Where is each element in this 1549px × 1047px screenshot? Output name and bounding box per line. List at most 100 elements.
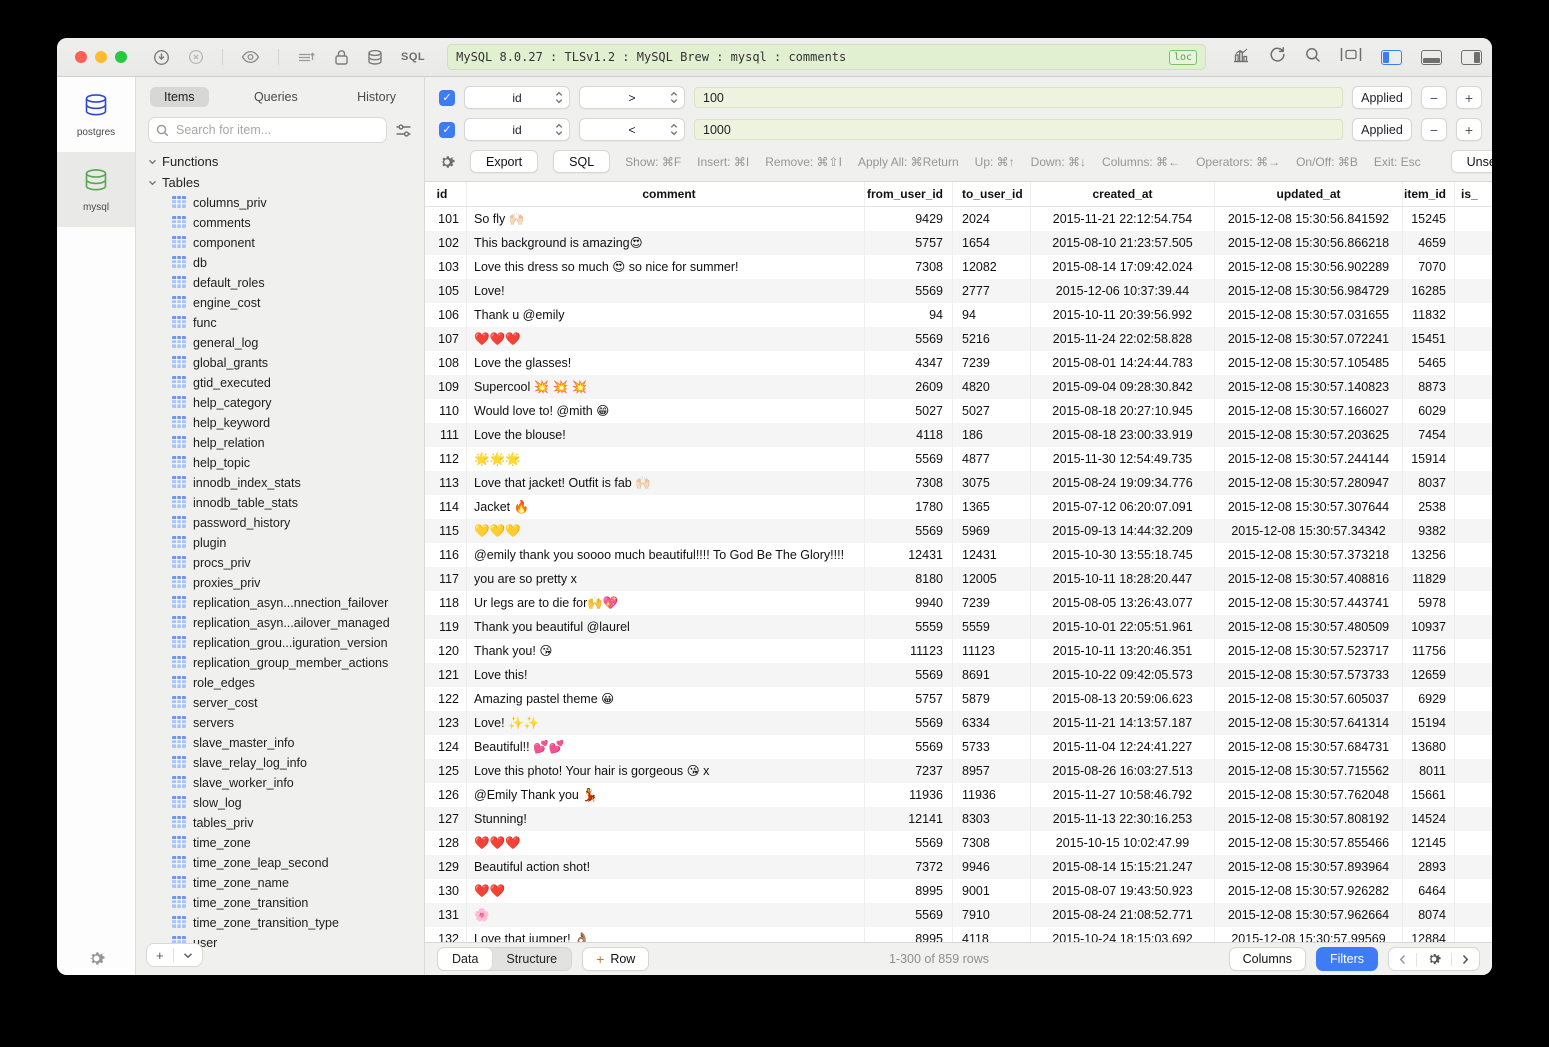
table-row[interactable]: 129Beautiful action shot!737299462015-08… [425,855,1492,879]
close-window-button[interactable] [75,51,87,63]
table-row[interactable]: 119Thank you beautiful @laurel5559555920… [425,615,1492,639]
table-item-help_topic[interactable]: help_topic [136,453,424,473]
table-header-row[interactable]: idcommentfrom_user_idto_user_idcreated_a… [425,182,1492,207]
table-item-slave_relay_log_info[interactable]: slave_relay_log_info [136,753,424,773]
table-item-comments[interactable]: comments [136,213,424,233]
filter-operator-select[interactable]: > [579,86,685,109]
table-item-time_zone_name[interactable]: time_zone_name [136,873,424,893]
add-item-menu-button[interactable] [174,944,202,966]
refresh-icon[interactable] [1269,46,1286,68]
table-row[interactable]: 103Love this dress so much 😍 so nice for… [425,255,1492,279]
fit-width-icon[interactable] [1340,47,1362,67]
filter-column-select[interactable]: id [464,86,570,109]
right-panel-icon[interactable] [1461,50,1482,65]
table-item-replication_asynnnection_failover[interactable]: replication_asyn...nnection_failover [136,593,424,613]
chart-icon[interactable] [1232,47,1250,68]
table-row[interactable]: 131🌸556979102015-08-24 21:08:52.7712015-… [425,903,1492,927]
table-row[interactable]: 120Thank you! 😘11123111232015-10-11 13:2… [425,639,1492,663]
disconnect-icon[interactable] [188,49,204,65]
tree-section-tables[interactable]: Tables [136,172,424,193]
sql-button[interactable]: SQL [553,150,610,173]
search-icon[interactable] [1305,47,1321,68]
table-row[interactable]: 117you are so pretty x8180120052015-10-1… [425,567,1492,591]
table-row[interactable]: 114Jacket 🔥178013652015-07-12 06:20:07.0… [425,495,1492,519]
left-panel-icon[interactable] [1381,50,1402,65]
add-row-button[interactable]: + Row [582,947,649,971]
table-row[interactable]: 128❤️❤️❤️556973082015-10-15 10:02:47.992… [425,831,1492,855]
column-header-updated_at[interactable]: updated_at [1214,182,1402,206]
table-item-global_grants[interactable]: global_grants [136,353,424,373]
table-item-role_edges[interactable]: role_edges [136,673,424,693]
tree-section-functions[interactable]: Functions [136,151,424,172]
table-item-innodb_index_stats[interactable]: innodb_index_stats [136,473,424,493]
filter-checkbox[interactable]: ✓ [439,90,455,106]
item-search-box[interactable] [148,117,387,143]
table-item-slave_worker_info[interactable]: slave_worker_info [136,773,424,793]
filter-gear-icon[interactable] [439,154,455,170]
table-item-servers[interactable]: servers [136,713,424,733]
table-item-general_log[interactable]: general_log [136,333,424,353]
add-item-button[interactable]: + [147,944,173,966]
table-item-default_roles[interactable]: default_roles [136,273,424,293]
table-row[interactable]: 109Supercool 💥 💥 💥260948202015-09-04 09:… [425,375,1492,399]
table-item-proxies_priv[interactable]: proxies_priv [136,573,424,593]
column-header-from_user_id[interactable]: from_user_id [864,182,952,206]
table-item-replication_asynailover_managed[interactable]: replication_asyn...ailover_managed [136,613,424,633]
table-row[interactable]: 105Love!556927772015-12-06 10:37:39.4420… [425,279,1492,303]
table-row[interactable]: 113Love that jacket! Outfit is fab 🙌🏻730… [425,471,1492,495]
sidebar-tab-history[interactable]: History [343,87,410,107]
table-row[interactable]: 130❤️❤️899590012015-08-07 19:43:50.92320… [425,879,1492,903]
list-arrow-icon[interactable] [297,50,316,65]
column-header-item_id[interactable]: item_id [1402,182,1454,206]
column-header-comment[interactable]: comment [466,182,864,206]
table-item-component[interactable]: component [136,233,424,253]
remove-filter-button[interactable]: − [1421,86,1447,109]
table-item-slave_master_info[interactable]: slave_master_info [136,733,424,753]
table-item-password_history[interactable]: password_history [136,513,424,533]
column-header-created_at[interactable]: created_at [1030,182,1214,206]
table-item-tables_priv[interactable]: tables_priv [136,813,424,833]
table-item-time_zone_transition_type[interactable]: time_zone_transition_type [136,913,424,933]
page-settings-gear-icon[interactable] [1417,948,1451,970]
table-item-replication_group_member_actions[interactable]: replication_group_member_actions [136,653,424,673]
table-row[interactable]: 106Thank u @emily94942015-10-11 20:39:56… [425,303,1492,327]
connect-icon[interactable] [153,49,170,66]
minimize-window-button[interactable] [95,51,107,63]
table-row[interactable]: 115💛💛💛556959692015-09-13 14:44:32.209201… [425,519,1492,543]
table-row[interactable]: 123Love! ✨✨556963342015-11-21 14:13:57.1… [425,711,1492,735]
eye-icon[interactable] [241,50,260,64]
table-row[interactable]: 127Stunning!1214183032015-11-13 22:30:16… [425,807,1492,831]
column-header-to_user_id[interactable]: to_user_id [952,182,1030,206]
table-item-time_zone[interactable]: time_zone [136,833,424,853]
prev-page-button[interactable] [1389,948,1416,970]
table-row[interactable]: 126@Emily Thank you 💃11936119362015-11-2… [425,783,1492,807]
lock-icon[interactable] [334,49,349,66]
table-row[interactable]: 122Amazing pastel theme 😀575758792015-08… [425,687,1492,711]
export-button[interactable]: Export [470,150,538,173]
data-tab[interactable]: Data [438,948,492,970]
columns-button[interactable]: Columns [1229,947,1306,971]
table-item-plugin[interactable]: plugin [136,533,424,553]
filter-checkbox[interactable]: ✓ [439,122,455,138]
connection-mysql[interactable]: mysql [57,152,135,227]
table-item-db[interactable]: db [136,253,424,273]
table-item-gtid_executed[interactable]: gtid_executed [136,373,424,393]
connection-postgres[interactable]: postgres [57,77,135,152]
table-item-func[interactable]: func [136,313,424,333]
table-row[interactable]: 116@emily thank you soooo much beautiful… [425,543,1492,567]
filter-value-input[interactable]: 1000 [694,119,1343,140]
table-item-columns_priv[interactable]: columns_priv [136,193,424,213]
filter-operator-select[interactable]: < [579,118,685,141]
database-icon[interactable] [367,49,383,66]
sql-icon[interactable]: SQL [401,51,425,63]
filter-settings-icon[interactable] [395,123,412,138]
item-search-input[interactable] [174,122,379,138]
unset-button[interactable]: Unset [1451,150,1492,173]
table-row[interactable]: 112🌟🌟🌟556948772015-11-30 12:54:49.735201… [425,447,1492,471]
table-item-help_category[interactable]: help_category [136,393,424,413]
sidebar-tab-queries[interactable]: Queries [240,87,312,107]
add-filter-button[interactable]: + [1456,118,1482,141]
next-page-button[interactable] [1452,948,1479,970]
table-row[interactable]: 111Love the blouse!41181862015-08-18 23:… [425,423,1492,447]
table-row[interactable]: 101So fly 🙌🏻942920242015-11-21 22:12:54.… [425,207,1492,231]
